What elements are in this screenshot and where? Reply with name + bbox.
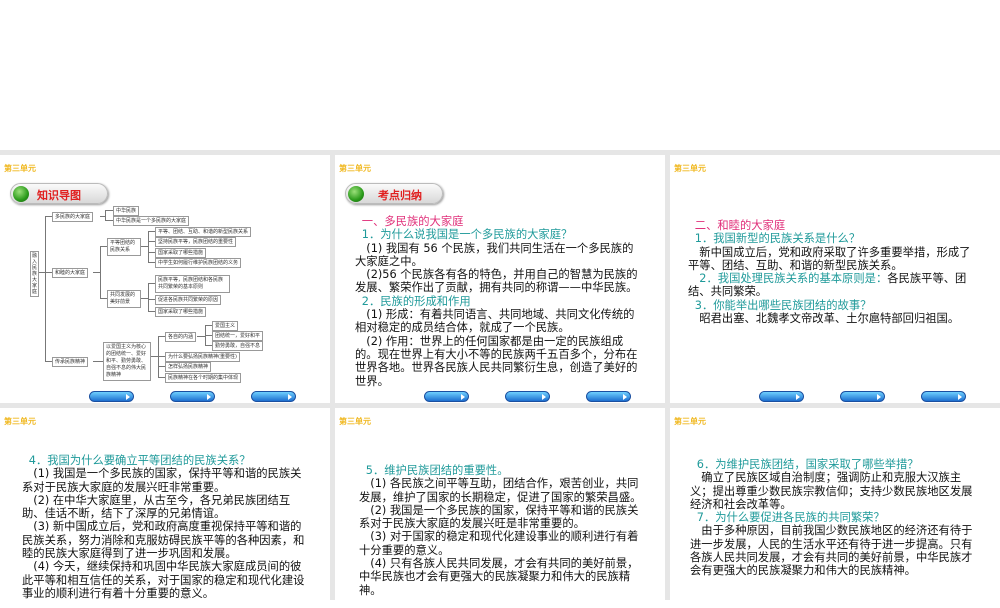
paragraph: (2) 我国是一个多民族的国家，保持平等和谐的民族关系对于民族大家庭的发展兴旺是… (359, 503, 639, 531)
mm-node: 和睦的大家庭 (52, 268, 89, 278)
slide-body: 6．为维护民族团结，国家采取了哪些举措？ 确立了民族区域自治制度；强调防止和克服… (690, 458, 978, 578)
green-ball-icon (13, 186, 29, 202)
slide-body: 4．我国为什么要确立平等团结的民族关系？ (1) 我国是一个多民族的国家，保持平… (22, 454, 310, 600)
paragraph: 由于多种原因，目前我国少数民族地区的经济还有待于进一步发展，人民的生活水平还有待… (690, 524, 973, 578)
question: 2．民族的形成和作用 (361, 294, 471, 308)
paragraph: (1) 形成：有着共同语言、共同地域、共同文化传统的相对稳定的成员结合体，就成了… (355, 308, 635, 335)
nav-button-next[interactable] (921, 391, 966, 402)
nav-button-prev[interactable] (424, 391, 469, 402)
mm-root: 融入民族大家庭 (30, 251, 39, 297)
section-heading: 二、和睦的大家庭 (694, 219, 786, 232)
nav-button-prev[interactable] (89, 391, 134, 402)
mm-node: 中华民族 (113, 206, 140, 216)
paragraph: (4) 今天，继续保持和巩固中华民族大家庭成员间的彼此平等和相互信任的关系，对于… (22, 560, 305, 600)
question: 5．维护民族团结的重要性。 (365, 464, 509, 477)
unit-label: 第三单元 (674, 417, 706, 426)
question: 1．我国新型的民族关系是什么？ (694, 232, 861, 246)
mm-node: 爱国主义 (212, 321, 239, 331)
question: 4．我国为什么要确立平等团结的民族关系？ (28, 454, 251, 467)
paragraph: (4) 只有各族人民共同发展，才会有共同的美好前景，中华民族也才会有更强大的民族… (359, 557, 639, 597)
nav-button-home[interactable] (505, 391, 550, 402)
unit-label: 第三单元 (339, 164, 371, 173)
nav-button-prev[interactable] (759, 391, 804, 402)
slide-thumbnail-4[interactable]: 第三单元 4．我国为什么要确立平等团结的民族关系？ (1) 我国是一个多民族的国… (0, 408, 330, 608)
mm-node: 国家采取了哪些措施 (155, 248, 207, 258)
question: 6．为维护民族团结，国家采取了哪些举措？ (696, 458, 919, 471)
mm-node: 各自的内涵 (165, 332, 197, 342)
slide-body: 5．维护民族团结的重要性。 (1) 各民族之间平等互助，团结合作，艰苦创业，共同… (359, 464, 647, 597)
paragraph: (2) 作用：世界上的任何国家都是由一定的民族组成的。现在世界上有大小不等的民族… (355, 334, 638, 388)
section-header: 知识导图 (10, 183, 108, 204)
slide-thumbnail-5[interactable]: 第三单元 5．维护民族团结的重要性。 (1) 各民族之间平等互助，团结合作，艰苦… (335, 408, 665, 608)
mm-node: 坚持民族平等，民族团结的重要性 (155, 237, 237, 247)
unit-label: 第三单元 (674, 164, 706, 173)
mm-node: 中学生如何履行维护民族团结的义务 (155, 258, 242, 268)
mm-node: 传承民族精神 (52, 357, 89, 367)
question: 7．为什么要促进各民族的共同繁荣？ (696, 511, 885, 525)
nav-button-home[interactable] (170, 391, 215, 402)
slide-thumbnail-6[interactable]: 第三单元 6．为维护民族团结，国家采取了哪些举措？ 确立了民族区域自治制度；强调… (670, 408, 1000, 608)
unit-label: 第三单元 (4, 417, 36, 426)
paragraph: (1) 我国是一个多民族的国家，保持平等和谐的民族关系对于民族大家庭的发展兴旺非… (22, 467, 302, 494)
slide-thumbnail-3[interactable]: 第三单元 二、和睦的大家庭 1．我国新型的民族关系是什么？ 新中国成立后，党和政… (670, 155, 1000, 403)
mm-node: 国家采取了哪些措施 (155, 307, 207, 317)
mm-node: 民族平等，民族团结和各民族共同繁荣的基本原则 (155, 275, 230, 293)
section-header: 考点归纳 (345, 183, 443, 204)
slide-body: 一、多民族的大家庭 1．为什么说我国是一个多民族的大家庭？ (1) 我国有 56… (355, 215, 643, 388)
section-heading: 一、多民族的大家庭 (361, 215, 464, 228)
mm-node: 民族精神在各个时期的集中体现 (165, 373, 242, 383)
mm-node: 中华民族是一个多民族的大家庭 (113, 216, 190, 226)
slide-thumbnail-1[interactable]: 第三单元 知识导图 融入民族大家庭 多民族的大家庭 和睦的大家庭 传承民族精神 … (0, 155, 330, 403)
mm-node: 怎样弘扬民族精神 (165, 362, 212, 372)
mm-node: 勤劳勇敢，自强不息 (212, 341, 264, 351)
slide-thumbnail-2[interactable]: 第三单元 考点归纳 一、多民族的大家庭 1．为什么说我国是一个多民族的大家庭？ … (335, 155, 665, 403)
paragraph: (1) 我国有 56 个民族，我们共同生活在一个多民族的大家庭之中。 (355, 241, 634, 268)
mm-node: 多民族的大家庭 (52, 212, 94, 222)
paragraph: (3) 新中国成立后，党和政府高度重视保持平等和谐的民族关系，努力消除和克服妨碍… (22, 520, 305, 561)
paragraph: (2)56 个民族各有各的特色，并用自己的智慧为民族的发展、繁荣作出了贡献，拥有… (355, 268, 638, 295)
section-title: 知识导图 (37, 189, 81, 202)
paragraph: 新中国成立后，党和政府采取了许多重要举措，形成了平等、团结、互助、和谐的新型民族… (688, 245, 971, 272)
paragraph: (3) 对于国家的稳定和现代化建设事业的顺利进行有着十分重要的意义。 (359, 530, 639, 557)
mm-node: 为什么要弘扬民族精神(重要性) (165, 352, 240, 362)
section-title: 考点归纳 (378, 189, 422, 202)
slide-body: 二、和睦的大家庭 1．我国新型的民族关系是什么？ 新中国成立后，党和政府采取了许… (688, 219, 976, 325)
unit-label: 第三单元 (4, 164, 36, 173)
mm-node: 共同发展的美好前景 (107, 290, 141, 308)
paragraph: (2) 在中华大家庭里，从古至今，各兄弟民族团结互助、佳话不断，结下了深厚的兄弟… (22, 493, 291, 521)
paragraph: 昭君出塞、北魏孝文帝改革、土尔扈特部回归祖国。 (699, 312, 960, 326)
mm-node: 以爱国主义为核心的团结统一、爱好和平、勤劳勇敢、自强不息的伟大民族精神 (103, 342, 151, 381)
unit-label: 第三单元 (339, 417, 371, 426)
nav-button-home[interactable] (840, 391, 885, 402)
green-ball-icon (348, 186, 364, 202)
mm-node: 平等、团结、互助、和谐的新型民族关系 (155, 227, 252, 237)
mm-node: 平等团结的民族关系 (107, 238, 141, 256)
top-blank-area (0, 0, 1000, 150)
question: 1．为什么说我国是一个多民族的大家庭？ (361, 228, 573, 242)
question: 3．你能举出哪些民族团结的故事？ (694, 298, 872, 312)
mm-node: 促进各民族共同繁荣的原因 (155, 295, 222, 305)
paragraph: (1) 各民族之间平等互助，团结合作，艰苦创业，共同发展，维护了国家的长期稳定，… (359, 477, 642, 504)
nav-button-next[interactable] (586, 391, 631, 402)
paragraph: 确立了民族区域自治制度；强调防止和克服大汉族主义；提出尊重少数民族宗教信仰；支持… (690, 471, 973, 511)
nav-button-next[interactable] (251, 391, 296, 402)
mm-node: 团结统一，爱好和平 (212, 331, 264, 341)
question: 2．我国处理民族关系的基本原则是： (699, 272, 888, 286)
slide-sorter-grid: 第三单元 知识导图 融入民族大家庭 多民族的大家庭 和睦的大家庭 传承民族精神 … (0, 150, 1000, 608)
